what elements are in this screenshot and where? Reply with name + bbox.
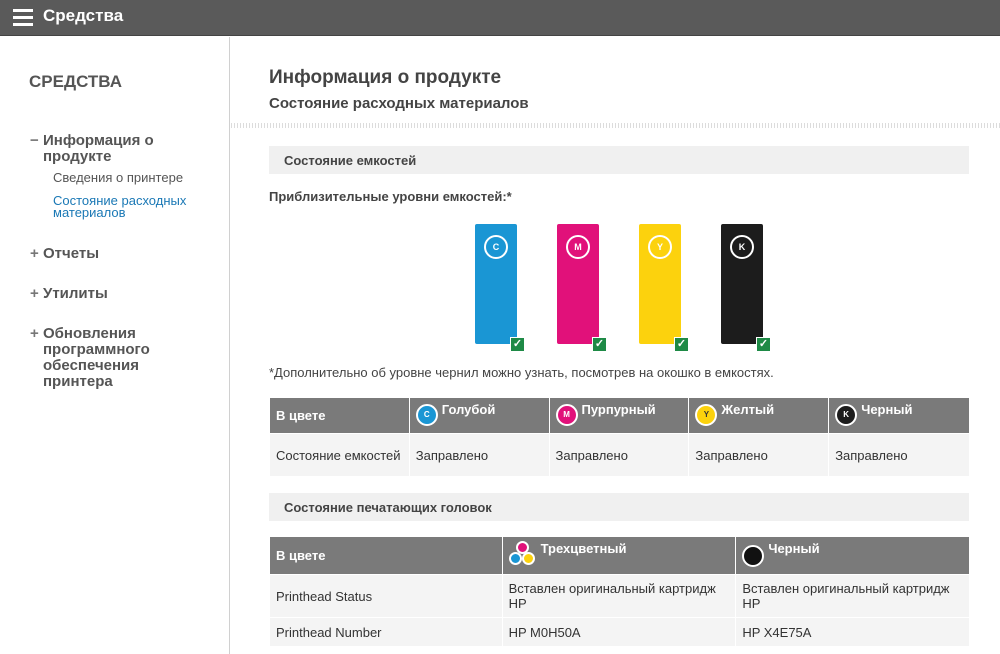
table-cell: Заправлено — [548, 433, 690, 477]
sidebar-item-label[interactable]: Утилиты — [43, 286, 108, 302]
magenta-badge: M — [566, 235, 590, 259]
black-cartridge: K ✓ — [721, 224, 771, 352]
main-content: Информация о продукте Состояние расходны… — [231, 37, 1000, 654]
section-printhead-status: Состояние печатающих головок — [269, 493, 969, 521]
black-ink-icon: K — [835, 404, 858, 426]
section-cartridge-status: Состояние емкостей — [269, 146, 969, 174]
page-title: Информация о продукте — [269, 67, 502, 88]
sidebar-item-supplies-status[interactable]: Состояние расходных материалов — [53, 194, 210, 219]
sidebar-item-product-info[interactable]: − Информация о продукте — [30, 133, 210, 165]
sidebar-item-label[interactable]: Обновления программного обеспечения прин… — [43, 326, 210, 390]
black-ink-icon — [742, 545, 765, 567]
table-cell: Заправлено — [408, 433, 550, 477]
expand-icon[interactable]: + — [30, 326, 43, 390]
column-label: Черный — [768, 541, 820, 556]
sidebar-group-reports: + Отчеты — [30, 246, 210, 262]
checkmark-icon: ✓ — [592, 337, 607, 352]
row-label: Состояние емкостей — [269, 433, 410, 477]
magenta-cartridge: M ✓ — [557, 224, 607, 352]
sidebar-item-reports[interactable]: + Отчеты — [30, 246, 210, 262]
table-cell: Заправлено — [688, 433, 830, 477]
column-header: Y Желтый — [688, 397, 830, 434]
table-header: В цвете — [269, 536, 503, 575]
column-label: Желтый — [721, 402, 775, 417]
black-badge: K — [730, 235, 754, 259]
table-row: Printhead Number HP M0H50A HP X4E75A — [269, 617, 970, 647]
checkmark-icon: ✓ — [756, 337, 771, 352]
yellow-badge: Y — [648, 235, 672, 259]
app-title: Средства — [43, 6, 124, 25]
column-header: M Пурпурный — [548, 397, 690, 434]
table-cell: Вставлен оригинальный картридж HP — [501, 574, 737, 618]
table-header: В цвете — [269, 397, 410, 434]
column-label: Голубой — [441, 402, 496, 417]
top-bar: Средства — [0, 0, 1000, 36]
row-label: Printhead Number — [269, 617, 503, 647]
column-label: Трехцветный — [540, 541, 627, 556]
sidebar-item-label[interactable]: Отчеты — [43, 246, 99, 262]
printhead-status-table: В цвете Трехцветный Черный Printhead Sta… — [269, 536, 970, 647]
table-cell: Вставлен оригинальный картридж HP — [735, 574, 970, 618]
row-label: Printhead Status — [269, 574, 503, 618]
table-row: Состояние емкостей Заправлено Заправлено… — [269, 433, 970, 477]
sidebar-item-label[interactable]: Информация о продукте — [43, 133, 210, 165]
column-header: Трехцветный — [501, 536, 737, 575]
table-cell: Заправлено — [828, 433, 970, 477]
sidebar-item-printer-info[interactable]: Сведения о принтере — [53, 171, 210, 184]
footnote: *Дополнительно об уровне чернил можно уз… — [269, 365, 774, 380]
tricolor-ink-icon — [508, 541, 537, 567]
collapse-icon[interactable]: − — [30, 133, 43, 165]
divider — [231, 123, 1000, 128]
sidebar-group-product-info: − Информация о продукте Сведения о принт… — [30, 133, 210, 220]
column-header: C Голубой — [408, 397, 550, 434]
sidebar-item-firmware-updates[interactable]: + Обновления программного обеспечения пр… — [30, 326, 210, 390]
expand-icon[interactable]: + — [30, 286, 43, 302]
column-header: Черный — [735, 536, 970, 575]
checkmark-icon: ✓ — [510, 337, 525, 352]
column-header: K Черный — [828, 397, 970, 434]
sidebar-heading: СРЕДСТВА — [29, 72, 123, 91]
yellow-cartridge: Y ✓ — [639, 224, 689, 352]
table-cell: HP M0H50A — [501, 617, 737, 647]
cyan-ink-icon: C — [415, 404, 438, 426]
levels-label: Приблизительные уровни емкостей:* — [269, 189, 512, 204]
magenta-ink-icon: M — [555, 404, 578, 426]
table-cell: HP X4E75A — [735, 617, 970, 647]
column-label: Черный — [861, 402, 913, 417]
yellow-ink-icon: Y — [695, 404, 718, 426]
sidebar-group-utilities: + Утилиты — [30, 286, 210, 302]
hamburger-menu-icon[interactable] — [13, 7, 33, 27]
cartridge-status-table: В цвете C Голубой M Пурпурный Y Желтый K Чер… — [269, 397, 970, 477]
page-subtitle: Состояние расходных материалов — [269, 95, 529, 112]
column-label: Пурпурный — [581, 402, 656, 417]
checkmark-icon: ✓ — [674, 337, 689, 352]
table-row: Printhead Status Вставлен оригинальный к… — [269, 574, 970, 618]
cyan-badge: C — [484, 235, 508, 259]
cyan-cartridge: C ✓ — [475, 224, 525, 352]
sidebar-group-firmware-updates: + Обновления программного обеспечения пр… — [30, 326, 210, 390]
expand-icon[interactable]: + — [30, 246, 43, 262]
sidebar: СРЕДСТВА − Информация о продукте Сведени… — [0, 37, 230, 654]
sidebar-item-utilities[interactable]: + Утилиты — [30, 286, 210, 302]
